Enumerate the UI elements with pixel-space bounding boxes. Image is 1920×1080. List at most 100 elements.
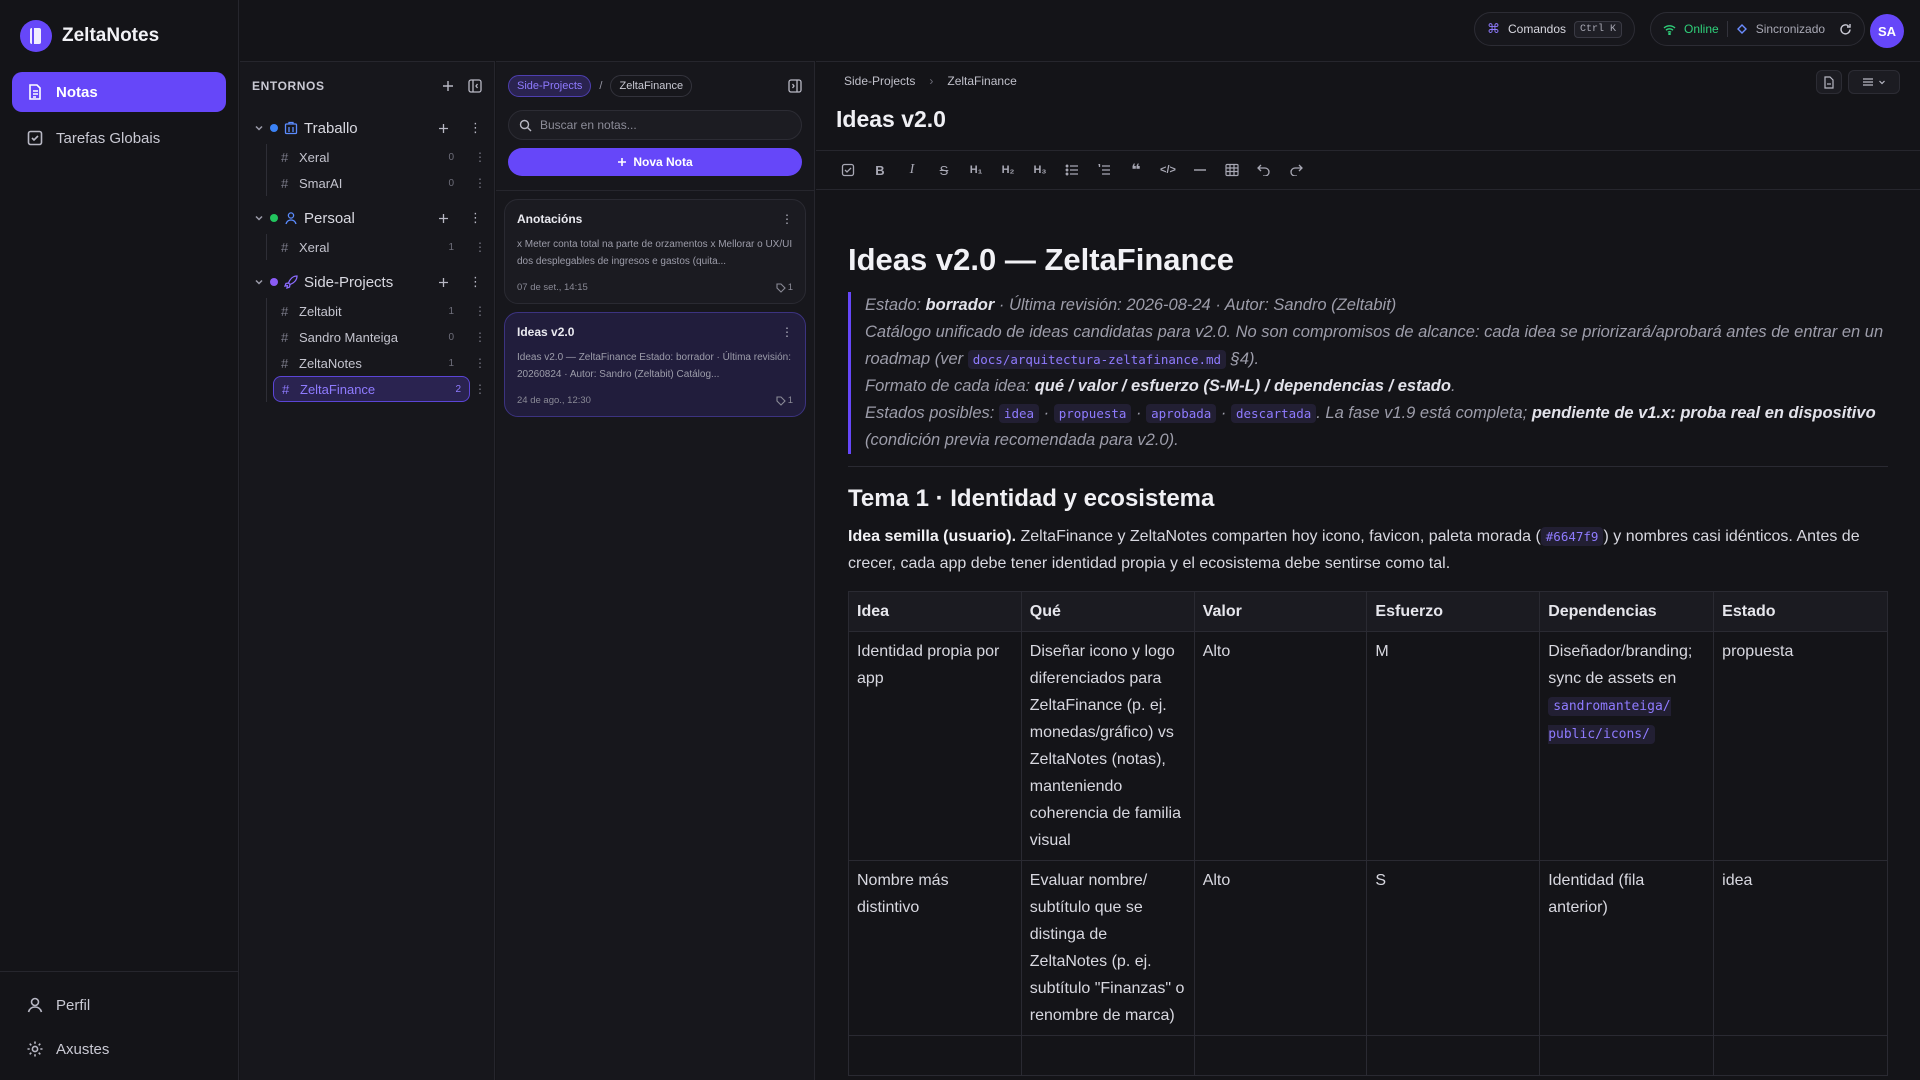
environment-group-persoal[interactable]: Persoal ⋮ — [240, 202, 494, 234]
tag-icon — [776, 282, 786, 293]
view-options-button[interactable] — [1848, 70, 1900, 94]
more-options-icon[interactable]: ⋮ — [462, 176, 486, 190]
sync-status[interactable]: Online Sincronizado — [1650, 12, 1866, 46]
nav-item-axustes[interactable]: Axustes — [12, 1030, 226, 1068]
undo-icon[interactable] — [1252, 158, 1276, 182]
more-options-icon[interactable]: ⋮ — [781, 212, 793, 226]
search-input[interactable] — [540, 118, 780, 132]
note-card-date: 07 de set., 14:15 — [517, 282, 588, 293]
task-icon[interactable] — [836, 158, 860, 182]
collapse-panel-icon[interactable] — [788, 79, 802, 93]
command-palette-button[interactable]: ⌘ Comandos Ctrl K — [1474, 12, 1636, 46]
group-color-dot — [270, 124, 278, 132]
table-cell: Alto — [1193, 860, 1368, 1036]
breadcrumb-chip-side-projects[interactable]: Side-Projects — [508, 75, 592, 97]
environment-item-xeral[interactable]: # Xeral 0 ⋮ — [273, 144, 494, 170]
more-options-icon[interactable]: ⋮ — [781, 325, 793, 339]
note-content[interactable]: Ideas v2.0 — ZeltaFinance Estado: borrad… — [848, 242, 1888, 1076]
heading-2-icon[interactable]: H₂ — [996, 158, 1020, 182]
refresh-icon[interactable] — [1839, 23, 1852, 36]
item-name: ZeltaFinance — [300, 381, 376, 397]
add-icon[interactable] — [438, 123, 449, 134]
environment-group-traballo[interactable]: Traballo ⋮ — [240, 112, 494, 144]
note-card-anotacions[interactable]: Anotacións ⋮ x Meter conta total na part… — [504, 199, 806, 304]
chevron-down-icon[interactable] — [254, 277, 264, 287]
more-options-icon[interactable]: ⋮ — [469, 210, 482, 226]
tag-count: 1 — [787, 282, 793, 293]
group-name: Persoal — [304, 209, 355, 227]
nav-item-perfil[interactable]: Perfil — [12, 986, 226, 1024]
environment-items: # Xeral 1 ⋮ — [266, 234, 494, 260]
more-options-icon[interactable]: ⋮ — [462, 150, 486, 164]
more-options-icon[interactable]: ⋮ — [470, 382, 494, 396]
italic-icon[interactable]: I — [900, 158, 924, 182]
item-count: 1 — [448, 357, 454, 369]
add-icon[interactable] — [438, 213, 449, 224]
strikethrough-icon[interactable]: S — [932, 158, 956, 182]
brand[interactable]: ZeltaNotes — [0, 0, 238, 72]
nav-item-label: Perfil — [56, 996, 91, 1014]
divider-icon[interactable] — [1188, 158, 1212, 182]
add-icon[interactable] — [438, 277, 449, 288]
redo-icon[interactable] — [1284, 158, 1308, 182]
note-title[interactable]: Ideas v2.0 — [836, 106, 946, 133]
environment-item-zeltanotes[interactable]: # ZeltaNotes 1 ⋮ — [273, 350, 494, 376]
group-color-dot — [270, 278, 278, 286]
more-options-icon[interactable]: ⋮ — [462, 356, 486, 370]
table-icon[interactable] — [1220, 158, 1244, 182]
table-header-cell: Idea — [848, 591, 1022, 632]
environment-item-xeral[interactable]: # Xeral 1 ⋮ — [273, 234, 494, 260]
environment-group-side-projects[interactable]: Side-Projects ⋮ — [240, 266, 494, 298]
code-icon[interactable]: </> — [1156, 158, 1180, 182]
hash-icon: # — [281, 355, 289, 371]
more-options-icon[interactable]: ⋮ — [462, 330, 486, 344]
environment-item-zeltabit[interactable]: # Zeltabit 1 ⋮ — [273, 298, 494, 324]
environment-item-smarai[interactable]: # SmarAI 0 ⋮ — [273, 170, 494, 196]
heading-1-icon[interactable]: H₁ — [964, 158, 988, 182]
more-options-icon[interactable]: ⋮ — [469, 120, 482, 136]
chevron-down-icon[interactable] — [254, 123, 264, 133]
table-header-row: Idea Qué Valor Esfuerzo Dependencias Est… — [848, 591, 1888, 632]
more-options-icon[interactable]: ⋮ — [462, 240, 486, 254]
environment-item-zeltafinance[interactable]: # ZeltaFinance 2 — [273, 376, 470, 402]
notes-breadcrumb: Side-Projects / ZeltaFinance — [496, 62, 814, 110]
breadcrumb-chip-zeltafinance[interactable]: ZeltaFinance — [610, 75, 693, 97]
export-button[interactable] — [1816, 70, 1842, 94]
table-header-cell: Dependencias — [1539, 591, 1715, 632]
collapse-panel-icon[interactable] — [468, 79, 482, 93]
ordered-list-icon[interactable] — [1092, 158, 1116, 182]
breadcrumb-item[interactable]: Side-Projects — [844, 74, 915, 88]
text-bold: borrador — [925, 296, 995, 314]
environment-items: # Xeral 0 ⋮ # SmarAI 0 ⋮ — [266, 144, 494, 196]
new-note-button[interactable]: Nova Nota — [508, 148, 802, 176]
add-environment-icon[interactable] — [442, 80, 454, 92]
chevron-down-icon[interactable] — [254, 213, 264, 223]
hash-icon: # — [281, 303, 289, 319]
search-box[interactable] — [508, 110, 802, 140]
cloud-sync-icon — [1736, 23, 1748, 35]
table-cell: Diseñar icono y logo diferenciados para … — [1020, 631, 1195, 861]
chevron-down-icon — [1878, 78, 1886, 86]
nav-item-tarefas-globais[interactable]: Tarefas Globais — [12, 118, 226, 158]
nav-item-notas[interactable]: Notas — [12, 72, 226, 112]
quote-icon[interactable]: ❝ — [1124, 158, 1148, 182]
breadcrumb-item[interactable]: ZeltaFinance — [947, 74, 1016, 88]
note-card-title: Anotacións — [517, 212, 583, 226]
bold-icon[interactable]: B — [868, 158, 892, 182]
app-window: ZeltaNotes Notas Tarefas Globais Perfil … — [0, 0, 1920, 1080]
doc-blockquote: Estado: borrador · Última revisión: 2026… — [848, 292, 1888, 454]
table-cell: Alto — [1193, 631, 1368, 861]
bullet-list-icon[interactable] — [1060, 158, 1084, 182]
table-cell: Identidad propia por app — [848, 631, 1022, 861]
item-count: 1 — [448, 241, 454, 253]
note-card-ideas-v2[interactable]: Ideas v2.0 ⋮ Ideas v2.0 — ZeltaFinance E… — [504, 312, 806, 417]
heading-3-icon[interactable]: H₃ — [1028, 158, 1052, 182]
divider — [848, 466, 1888, 467]
text: · — [1039, 404, 1054, 422]
more-options-icon[interactable]: ⋮ — [462, 304, 486, 318]
avatar[interactable]: SA — [1870, 14, 1904, 48]
more-options-icon[interactable]: ⋮ — [469, 274, 482, 290]
text: Estados posibles: — [865, 404, 999, 422]
editor-actions — [1816, 70, 1900, 94]
environment-item-sandro-manteiga[interactable]: # Sandro Manteiga 0 ⋮ — [273, 324, 494, 350]
